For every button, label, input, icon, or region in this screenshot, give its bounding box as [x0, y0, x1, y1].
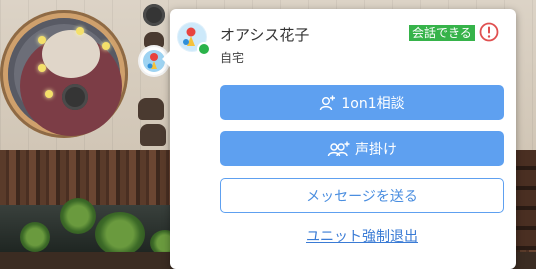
- send-message-button[interactable]: メッセージを送る: [220, 178, 504, 213]
- plant: [60, 198, 96, 234]
- user-popup-card: オアシス花子 自宅 会話できる 1on1相談 声掛け メッセージを送る ユニット…: [162, 9, 516, 269]
- call-button-label: 声掛け: [355, 141, 397, 158]
- status-badge: 会話できる: [409, 25, 475, 41]
- chair: [144, 32, 164, 48]
- presence-indicator: [197, 42, 211, 56]
- force-exit-link[interactable]: ユニット強制退出: [220, 226, 504, 246]
- round-sofa-center: [42, 30, 100, 78]
- call-out-button[interactable]: 声掛け: [220, 131, 504, 166]
- lamp: [38, 64, 46, 72]
- plant: [95, 212, 145, 252]
- consult-1on1-button[interactable]: 1on1相談: [220, 85, 504, 120]
- lamp: [102, 42, 110, 50]
- plant: [20, 222, 50, 252]
- alert-circle-icon[interactable]: [479, 22, 499, 42]
- users-plus-icon: [327, 140, 351, 158]
- user-plus-icon: [319, 94, 337, 112]
- user-name: オアシス花子: [220, 26, 310, 44]
- chair: [138, 98, 164, 120]
- message-button-label: メッセージを送る: [306, 188, 418, 205]
- lamp: [76, 27, 84, 35]
- lamp: [45, 90, 53, 98]
- chair: [140, 124, 166, 146]
- user-location: 自宅: [220, 51, 245, 65]
- round-table: [143, 4, 165, 26]
- consult-button-label: 1on1相談: [341, 95, 405, 112]
- lamp: [38, 36, 46, 44]
- round-table: [62, 84, 88, 110]
